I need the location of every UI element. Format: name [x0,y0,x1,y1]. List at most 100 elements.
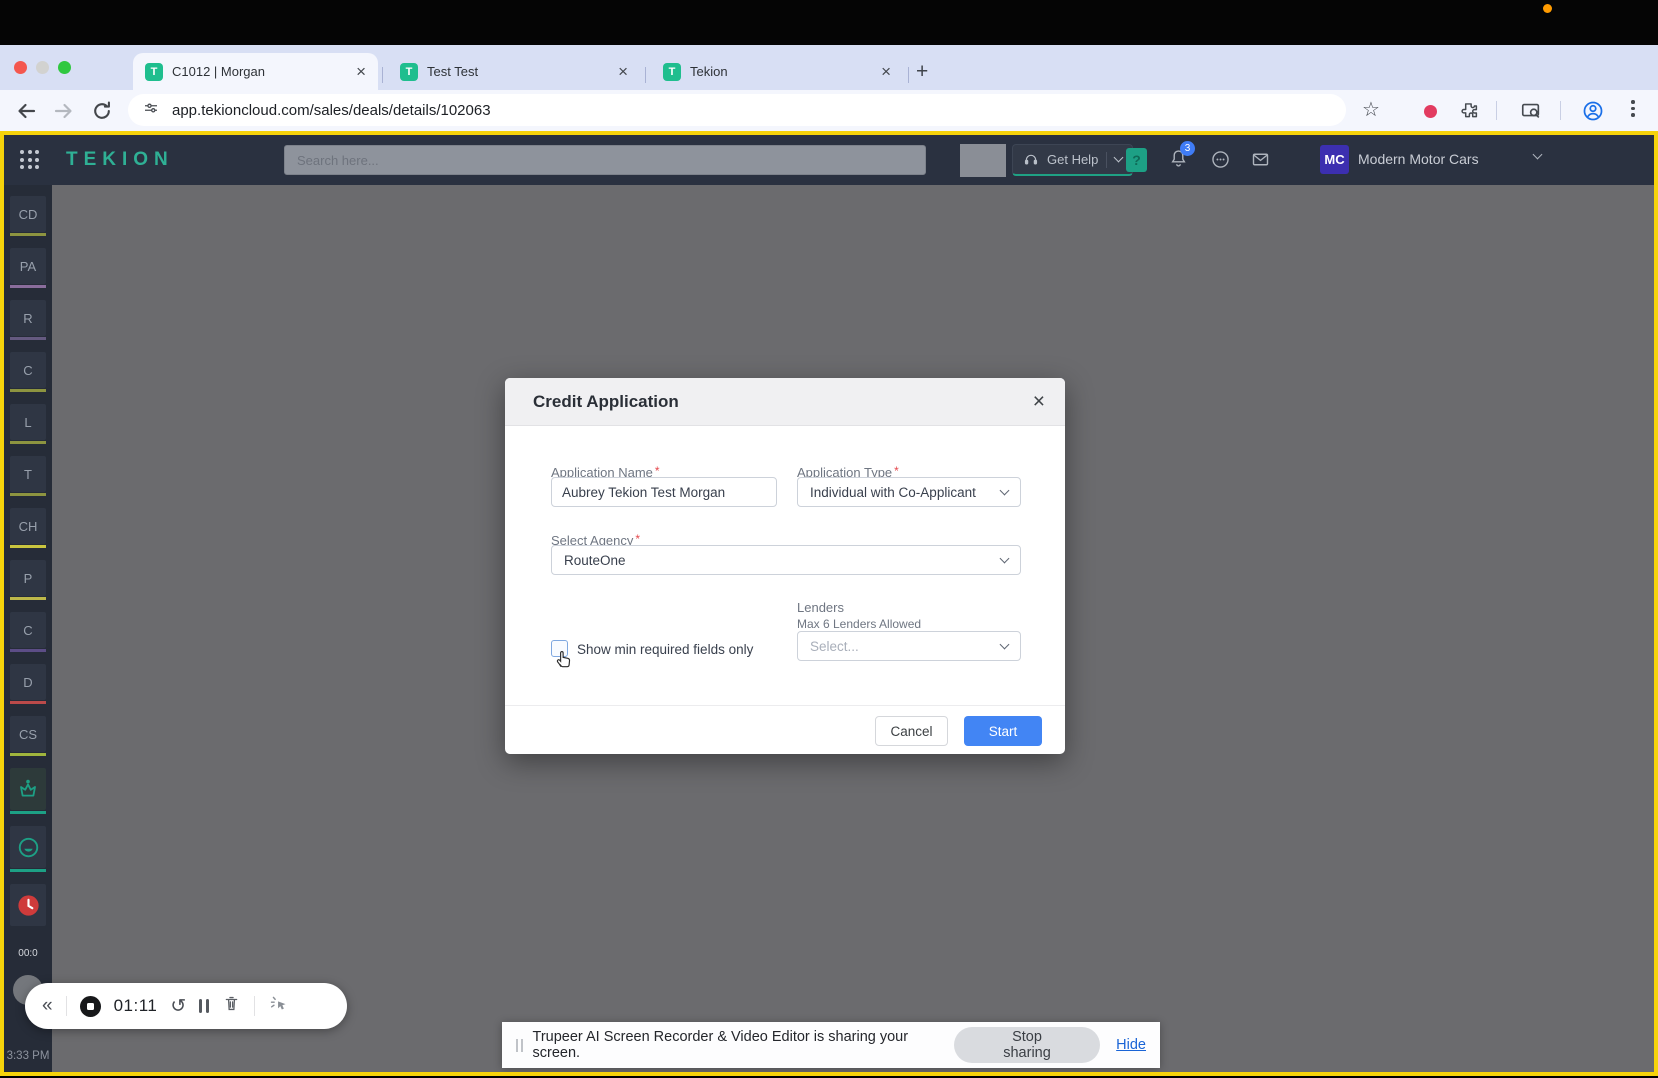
bookmark-star-icon[interactable]: ☆ [1362,97,1380,122]
rail-tile-label: CS [19,727,37,742]
delete-recording-icon[interactable] [222,994,241,1018]
mail-icon[interactable] [1250,149,1271,175]
chevron-down-icon [1000,553,1010,563]
site-info-icon[interactable] [142,99,160,122]
tab-divider [645,67,646,83]
toolbar-divider [1560,101,1561,120]
stop-recording-button[interactable] [80,996,101,1017]
address-bar[interactable]: app.tekioncloud.com/sales/deals/details/… [128,94,1346,126]
tab-c1012-morgan[interactable]: T C1012 | Morgan × [133,53,378,90]
app-page: TEKION Get Help ? 3 MC Modern Motor Cars… [0,131,1658,1076]
chrome-menu-icon[interactable] [1631,100,1635,117]
rail-tile-d[interactable]: D [10,664,46,700]
cancel-button[interactable]: Cancel [875,716,948,746]
window-minimize-button[interactable] [36,61,49,74]
rail-tile-c2[interactable]: C [10,612,46,648]
rail-tile-cd[interactable]: CD [10,196,46,232]
rail-tile-label: C [23,623,32,638]
lenders-label: Lenders [797,600,844,615]
rail-tile-pa[interactable]: PA [10,248,46,284]
rail-tile-cs[interactable]: CS [10,716,46,752]
rail-tile-p[interactable]: P [10,560,46,596]
reload-button[interactable] [90,99,114,123]
menubar-record-dot [1543,4,1552,13]
notifications-bell-icon[interactable]: 3 [1168,148,1189,174]
dealer-avatar[interactable]: MC [1320,145,1349,174]
smiley-icon[interactable] [10,826,46,868]
recording-extension-icon[interactable] [1424,105,1437,118]
modal-close-icon[interactable]: × [1033,391,1045,412]
rail-tile-label: D [23,675,32,690]
click-effect-icon[interactable] [268,993,289,1019]
dealer-chevron-down-icon[interactable] [1533,150,1543,160]
get-help-button[interactable]: Get Help [1012,144,1133,176]
tab-close-icon[interactable]: × [881,63,891,80]
window-zoom-button[interactable] [58,61,71,74]
window-close-button[interactable] [14,61,27,74]
tekion-favicon-icon: T [663,63,681,81]
screen-share-banner: Trupeer AI Screen Recorder & Video Edito… [502,1022,1160,1068]
drag-handle-icon[interactable] [516,1039,523,1052]
select-agency-select[interactable]: RouteOne [551,545,1021,575]
tab-test-test[interactable]: T Test Test × [388,53,640,90]
show-min-required-label: Show min required fields only [577,642,753,657]
notification-count-badge: 3 [1180,141,1195,156]
rail-tile-ch[interactable]: CH [10,508,46,544]
nav-placeholder-tile [960,144,1006,177]
get-help-label: Get Help [1047,152,1098,167]
url-text: app.tekioncloud.com/sales/deals/details/… [172,102,491,119]
recorder-toolbar: « 01:11 ↺ [25,983,347,1029]
profile-icon[interactable] [1582,100,1606,124]
tab-share-icon[interactable] [1520,100,1544,124]
forward-button[interactable] [52,99,76,123]
stop-sharing-button[interactable]: Stop sharing [954,1027,1100,1063]
rail-tile-r[interactable]: R [10,300,46,336]
application-name-input[interactable] [551,477,777,507]
lenders-select[interactable]: Select... [797,631,1021,661]
application-type-value: Individual with Co-Applicant [810,485,976,500]
lenders-sublabel: Max 6 Lenders Allowed [797,617,921,631]
macos-menubar [0,0,1658,45]
rail-tile-t[interactable]: T [10,456,46,492]
apps-grid-icon[interactable] [20,150,39,169]
application-type-select[interactable]: Individual with Co-Applicant [797,477,1021,507]
restart-recording-icon[interactable]: ↺ [170,995,186,1018]
browser-toolbar: app.tekioncloud.com/sales/deals/details/… [0,90,1658,131]
start-button[interactable]: Start [964,716,1042,746]
pause-recording-icon[interactable] [199,999,209,1013]
dealer-name[interactable]: Modern Motor Cars [1358,151,1479,167]
collapse-toolbar-icon[interactable]: « [42,995,53,1017]
tab-tekion[interactable]: T Tekion × [651,53,903,90]
modal-footer-divider [505,705,1065,706]
recording-time: 01:11 [114,996,158,1016]
rail-clock-text: 3:33 PM [7,1050,50,1062]
chat-icon[interactable] [1210,149,1231,175]
new-tab-button[interactable]: + [916,61,928,83]
rail-tile-label: L [24,415,31,430]
tab-close-icon[interactable]: × [356,63,366,80]
rail-tile-label: R [23,311,32,326]
rail-tile-label: CH [19,519,38,534]
credit-application-modal: Credit Application × Application Name* A… [505,378,1065,754]
tab-divider [908,67,909,83]
toolbar-divider [1496,101,1497,120]
modal-header: Credit Application × [505,378,1065,426]
rail-timer-text: 00:0 [18,948,37,959]
rail-tile-label: CD [19,207,38,222]
search-input[interactable] [284,145,926,175]
rail-tile-l[interactable]: L [10,404,46,440]
hide-banner-link[interactable]: Hide [1116,1037,1146,1053]
help-guide-icon[interactable]: ? [1126,148,1147,172]
tab-title: Tekion [690,64,872,79]
tekion-favicon-icon: T [145,63,163,81]
extensions-puzzle-icon[interactable] [1458,100,1482,124]
deal-star-icon[interactable] [10,768,46,810]
tekion-logo: TEKION [66,149,174,171]
tab-close-icon[interactable]: × [618,63,628,80]
back-button[interactable] [14,99,38,123]
modal-title: Credit Application [533,392,679,412]
rail-tile-c1[interactable]: C [10,352,46,388]
browser-tabstrip: T C1012 | Morgan × T Test Test × T Tekio… [0,45,1658,90]
clock-icon[interactable] [10,884,46,926]
tab-title: C1012 | Morgan [172,64,347,79]
